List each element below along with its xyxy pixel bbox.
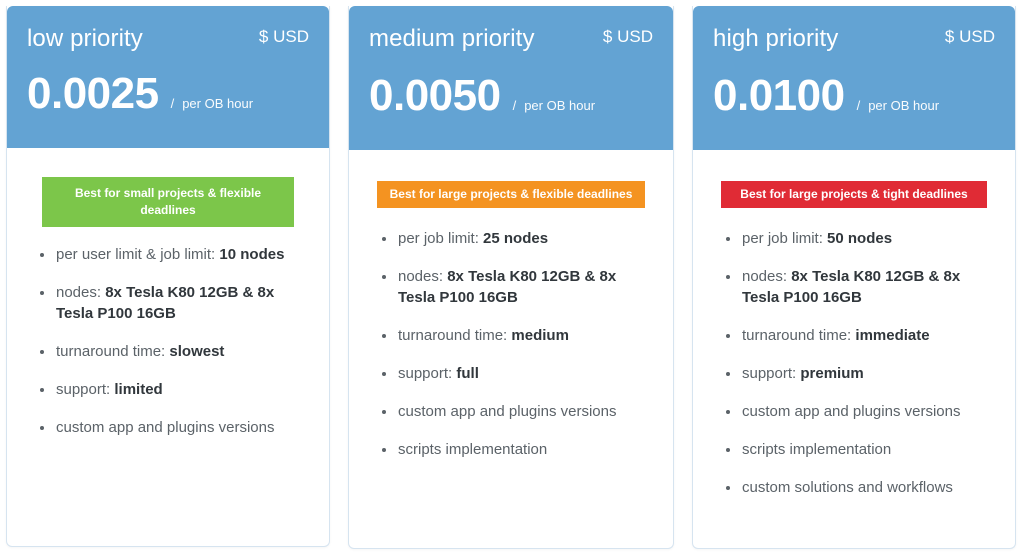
price-amount: 0.0050 [369, 71, 501, 120]
price-amount: 0.0025 [27, 69, 159, 118]
currency-label: $ USD [944, 27, 995, 46]
pricing-card-low-priority[interactable]: low priority $ USD 0.0025 / per OB hour … [6, 6, 330, 547]
recommendation-badge: Best for large projects & tight deadline… [721, 181, 987, 208]
pricing-card-high-priority[interactable]: high priority $ USD 0.0100 / per OB hour… [692, 6, 1016, 549]
feature-label: turnaround time: [398, 327, 508, 344]
feature-item: nodes: 8x Tesla K80 12GB & 8x Tesla P100… [39, 282, 307, 324]
feature-item: turnaround time: medium [381, 325, 651, 346]
feature-item: turnaround time: immediate [725, 325, 993, 346]
recommendation-badge: Best for small projects & flexible deadl… [42, 177, 294, 227]
feature-value: medium [511, 327, 569, 344]
feature-label: per user limit & job limit: [56, 246, 216, 263]
price-row: 0.0100 / per OB hour [713, 72, 939, 120]
feature-label: per job limit: [398, 230, 479, 247]
feature-label: custom app and plugins versions [56, 419, 275, 436]
feature-label: support: [56, 381, 111, 398]
price-row: 0.0050 / per OB hour [369, 72, 595, 120]
price-separator: / [170, 96, 175, 111]
feature-label: per job limit: [742, 230, 823, 247]
card-body: Best for large projects & flexible deadl… [349, 150, 673, 460]
plan-name: medium priority [369, 25, 535, 52]
feature-item: per user limit & job limit: 10 nodes [39, 244, 307, 265]
feature-item: nodes: 8x Tesla K80 12GB & 8x Tesla P100… [381, 266, 651, 308]
feature-label: custom app and plugins versions [398, 403, 617, 420]
feature-value: slowest [169, 343, 225, 360]
price-row: 0.0025 / per OB hour [27, 70, 253, 118]
card-body: Best for small projects & flexible deadl… [7, 148, 329, 438]
currency-label: $ USD [602, 27, 653, 46]
feature-item: scripts implementation [725, 439, 993, 460]
feature-item: nodes: 8x Tesla K80 12GB & 8x Tesla P100… [725, 266, 993, 308]
pricing-card-medium-priority[interactable]: medium priority $ USD 0.0050 / per OB ho… [348, 6, 674, 549]
feature-value: premium [800, 365, 864, 382]
price-separator: / [856, 98, 861, 113]
feature-item: custom app and plugins versions [725, 401, 993, 422]
feature-item: custom app and plugins versions [39, 417, 307, 438]
feature-item: support: premium [725, 363, 993, 384]
card-body: Best for large projects & tight deadline… [693, 150, 1015, 498]
feature-label: custom app and plugins versions [742, 403, 961, 420]
feature-label: scripts implementation [742, 441, 892, 458]
card-header: high priority $ USD 0.0100 / per OB hour [693, 6, 1015, 150]
feature-list: per user limit & job limit: 10 nodes nod… [7, 244, 329, 438]
badge-container: Best for large projects & flexible deadl… [349, 150, 673, 208]
price-separator: / [512, 98, 517, 113]
feature-item: custom app and plugins versions [381, 401, 651, 422]
feature-label: turnaround time: [56, 343, 166, 360]
feature-list: per job limit: 50 nodes nodes: 8x Tesla … [693, 228, 1015, 498]
feature-item: support: full [381, 363, 651, 384]
price-unit: per OB hour [182, 96, 254, 111]
feature-list: per job limit: 25 nodes nodes: 8x Tesla … [349, 228, 673, 460]
feature-item: custom solutions and workflows [725, 477, 993, 498]
feature-value: 25 nodes [483, 230, 549, 247]
currency-label: $ USD [258, 27, 309, 46]
feature-item: turnaround time: slowest [39, 341, 307, 362]
card-header: medium priority $ USD 0.0050 / per OB ho… [349, 6, 673, 150]
feature-label: support: [398, 365, 453, 382]
feature-label: nodes: [742, 268, 788, 285]
feature-value: limited [114, 381, 163, 398]
plan-name: low priority [27, 25, 143, 52]
feature-item: per job limit: 50 nodes [725, 228, 993, 249]
pricing-table: low priority $ USD 0.0025 / per OB hour … [0, 0, 1024, 553]
badge-container: Best for large projects & tight deadline… [693, 150, 1015, 208]
feature-item: per job limit: 25 nodes [381, 228, 651, 249]
feature-value: 10 nodes [219, 246, 285, 263]
feature-label: custom solutions and workflows [742, 479, 953, 496]
price-amount: 0.0100 [713, 71, 845, 120]
feature-label: turnaround time: [742, 327, 852, 344]
price-unit: per OB hour [524, 98, 596, 113]
plan-name: high priority [713, 25, 839, 52]
recommendation-badge: Best for large projects & flexible deadl… [377, 181, 645, 208]
feature-value: immediate [855, 327, 930, 344]
feature-label: support: [742, 365, 797, 382]
feature-label: nodes: [56, 284, 102, 301]
feature-item: support: limited [39, 379, 307, 400]
feature-label: scripts implementation [398, 441, 548, 458]
card-header: low priority $ USD 0.0025 / per OB hour [7, 6, 329, 148]
feature-value: 50 nodes [827, 230, 893, 247]
feature-value: full [456, 365, 479, 382]
feature-label: nodes: [398, 268, 444, 285]
price-unit: per OB hour [868, 98, 940, 113]
badge-container: Best for small projects & flexible deadl… [7, 148, 329, 227]
feature-item: scripts implementation [381, 439, 651, 460]
